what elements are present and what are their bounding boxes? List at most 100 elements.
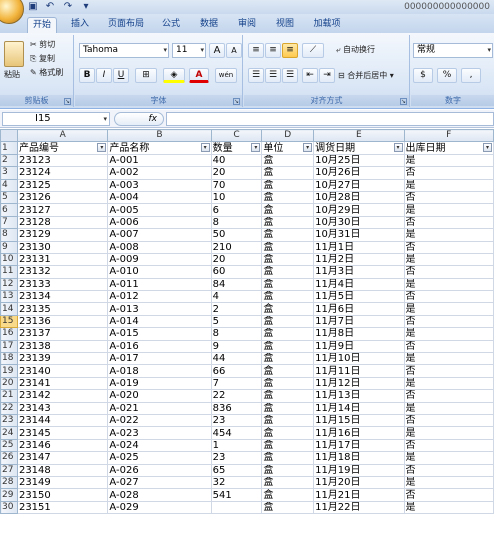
cell-b[interactable]: A-019 bbox=[107, 376, 212, 391]
cell-c[interactable]: 84 bbox=[210, 277, 263, 292]
row-header[interactable]: 23 bbox=[0, 413, 18, 428]
cell-d[interactable]: 盒 bbox=[261, 488, 315, 502]
cell-b[interactable]: A-004 bbox=[107, 190, 212, 205]
insert-function-button[interactable]: fx bbox=[114, 112, 164, 126]
filter-dropdown-icon[interactable]: ▾ bbox=[251, 143, 261, 153]
cell-b[interactable]: A-002 bbox=[107, 166, 212, 180]
bold-button[interactable]: B bbox=[79, 68, 95, 83]
cell-a[interactable]: 23144 bbox=[16, 413, 109, 428]
cell-e[interactable]: 10月28日 bbox=[313, 190, 405, 205]
row-header[interactable]: 27 bbox=[0, 463, 18, 477]
row-header[interactable]: 11 bbox=[0, 265, 18, 279]
cell-f[interactable]: 否 bbox=[403, 463, 494, 477]
font-launcher-icon[interactable]: ↘ bbox=[233, 98, 240, 105]
cell-d[interactable]: 盒 bbox=[261, 290, 315, 304]
cell-d[interactable]: 盒 bbox=[261, 314, 315, 329]
cell-c[interactable]: 8 bbox=[210, 215, 263, 230]
header-cell[interactable]: 出库日期 ▾ bbox=[403, 141, 494, 155]
cell-e[interactable]: 11月12日 bbox=[313, 376, 405, 391]
cell-a[interactable]: 23150 bbox=[16, 488, 109, 502]
fill-color-button[interactable]: ◈ bbox=[163, 68, 185, 83]
cell-b[interactable]: A-006 bbox=[107, 215, 212, 230]
cell-f[interactable]: 否 bbox=[403, 265, 494, 279]
cell-c[interactable]: 20 bbox=[210, 166, 263, 180]
column-header-a[interactable]: A bbox=[16, 129, 109, 143]
cell-e[interactable]: 11月2日 bbox=[313, 252, 405, 267]
cell-b[interactable]: A-022 bbox=[107, 413, 212, 428]
column-header-c[interactable]: C bbox=[210, 129, 263, 143]
cell-c[interactable]: 70 bbox=[210, 178, 263, 192]
cell-c[interactable]: 541 bbox=[210, 488, 263, 502]
cell-b[interactable]: A-013 bbox=[107, 302, 212, 316]
row-header[interactable]: 4 bbox=[0, 178, 18, 192]
cell-e[interactable]: 10月31日 bbox=[313, 228, 405, 242]
paste-label[interactable]: 粘贴 bbox=[4, 69, 20, 81]
cell-c[interactable] bbox=[210, 500, 263, 515]
cell-f[interactable]: 是 bbox=[403, 352, 494, 366]
row-header[interactable]: 17 bbox=[0, 339, 18, 354]
cell-c[interactable]: 454 bbox=[210, 426, 263, 440]
cell-f[interactable]: 否 bbox=[403, 389, 494, 403]
cell-a[interactable]: 23124 bbox=[16, 166, 109, 180]
align-middle-button[interactable]: ≡ bbox=[265, 43, 281, 58]
row-header[interactable]: 6 bbox=[0, 203, 18, 217]
cell-f[interactable]: 否 bbox=[403, 290, 494, 304]
cell-a[interactable]: 23130 bbox=[16, 240, 109, 254]
cell-c[interactable]: 22 bbox=[210, 389, 263, 403]
cell-c[interactable]: 210 bbox=[210, 240, 263, 254]
cell-c[interactable]: 66 bbox=[210, 364, 263, 378]
filter-dropdown-icon[interactable]: ▾ bbox=[393, 143, 403, 153]
cell-d[interactable]: 盒 bbox=[261, 475, 315, 490]
cell-a[interactable]: 23151 bbox=[16, 500, 109, 515]
cell-d[interactable]: 盒 bbox=[261, 413, 315, 428]
row-header[interactable]: 28 bbox=[0, 475, 18, 490]
cell-e[interactable]: 11月13日 bbox=[313, 389, 405, 403]
cell-d[interactable]: 盒 bbox=[261, 302, 315, 316]
tab-formulas[interactable]: 公式 bbox=[157, 17, 185, 33]
cell-e[interactable]: 11月16日 bbox=[313, 426, 405, 440]
wrap-text-button[interactable]: ⤶ 自动换行 bbox=[336, 44, 375, 56]
cell-c[interactable]: 23 bbox=[210, 451, 263, 465]
cell-f[interactable]: 是 bbox=[403, 500, 494, 515]
cell-d[interactable]: 盒 bbox=[261, 265, 315, 279]
cell-f[interactable]: 否 bbox=[403, 488, 494, 502]
cell-d[interactable]: 盒 bbox=[261, 190, 315, 205]
cell-c[interactable]: 1 bbox=[210, 438, 263, 453]
row-header[interactable]: 13 bbox=[0, 290, 18, 304]
align-top-button[interactable]: ≡ bbox=[248, 43, 264, 58]
cell-d[interactable]: 盒 bbox=[261, 401, 315, 416]
percent-button[interactable]: % bbox=[437, 68, 457, 83]
cell-a[interactable]: 23136 bbox=[16, 314, 109, 329]
cell-d[interactable]: 盒 bbox=[261, 451, 315, 465]
cell-a[interactable]: 23146 bbox=[16, 438, 109, 453]
font-size-select[interactable]: 11 ▾ bbox=[172, 43, 206, 58]
cell-a[interactable]: 23135 bbox=[16, 302, 109, 316]
cell-f[interactable]: 是 bbox=[403, 401, 494, 416]
cell-a[interactable]: 23133 bbox=[16, 277, 109, 292]
cell-c[interactable]: 23 bbox=[210, 413, 263, 428]
align-center-button[interactable]: ☰ bbox=[265, 68, 281, 83]
cell-c[interactable]: 32 bbox=[210, 475, 263, 490]
cell-e[interactable]: 11月4日 bbox=[313, 277, 405, 292]
cell-a[interactable]: 23139 bbox=[16, 352, 109, 366]
orientation-button[interactable]: ⟋ bbox=[302, 43, 324, 58]
format-painter-button[interactable]: ✎ 格式刷 bbox=[30, 67, 63, 79]
alignment-launcher-icon[interactable]: ↘ bbox=[400, 98, 407, 105]
cell-a[interactable]: 23127 bbox=[16, 203, 109, 217]
column-header-e[interactable]: E bbox=[313, 129, 405, 143]
cell-b[interactable]: A-017 bbox=[107, 352, 212, 366]
cell-d[interactable]: 盒 bbox=[261, 339, 315, 354]
row-header[interactable]: 1 bbox=[0, 141, 18, 155]
cell-c[interactable]: 6 bbox=[210, 203, 263, 217]
decrease-indent-button[interactable]: ⇤ bbox=[302, 68, 318, 83]
cell-c[interactable]: 10 bbox=[210, 190, 263, 205]
cell-c[interactable]: 4 bbox=[210, 290, 263, 304]
cell-e[interactable]: 11月8日 bbox=[313, 327, 405, 341]
align-left-button[interactable]: ☰ bbox=[248, 68, 264, 83]
cell-e[interactable]: 11月22日 bbox=[313, 500, 405, 515]
tab-page-layout[interactable]: 页面布局 bbox=[104, 17, 148, 33]
borders-button[interactable]: ⊞ bbox=[135, 68, 157, 83]
row-header[interactable]: 20 bbox=[0, 376, 18, 391]
cell-a[interactable]: 23131 bbox=[16, 252, 109, 267]
row-header[interactable]: 7 bbox=[0, 215, 18, 230]
